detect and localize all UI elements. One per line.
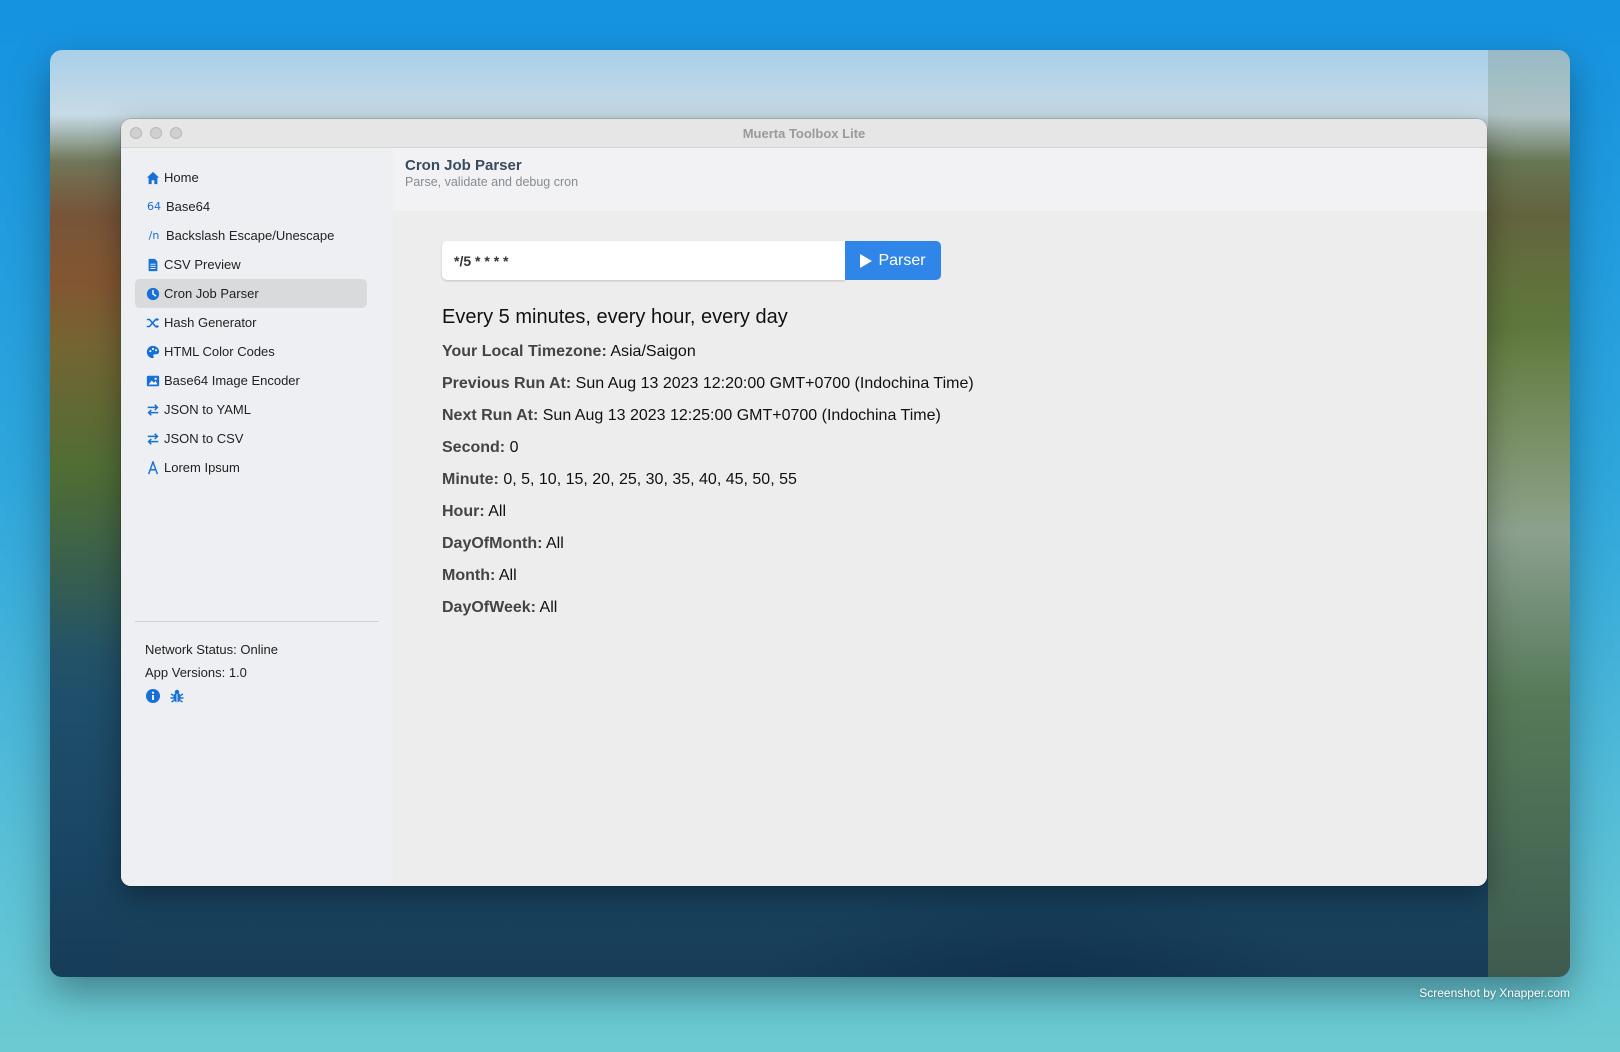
sidebar-item-label: JSON to YAML	[164, 402, 251, 417]
result-row-hour: Hour: All	[442, 496, 974, 528]
result-row-second: Second: 0	[442, 432, 974, 464]
sidebar-item-backslash-escape[interactable]: /n Backslash Escape/Unescape	[135, 221, 367, 250]
parser-button-label: Parser	[878, 251, 926, 269]
result-value: All	[546, 535, 564, 552]
result-key: DayOfWeek:	[442, 599, 536, 616]
sidebar-item-base64-image-encoder[interactable]: Base64 Image Encoder	[135, 366, 367, 395]
result-row-next-run: Next Run At: Sun Aug 13 2023 12:25:00 GM…	[442, 400, 974, 432]
result-key: Hour:	[442, 503, 485, 520]
result-key: Minute:	[442, 471, 499, 488]
swap-icon	[145, 402, 161, 418]
sidebar-nav: Home 64 Base64 /n Backslash Escape/Unesc…	[135, 163, 367, 482]
sidebar-item-label: HTML Color Codes	[164, 344, 275, 359]
base64-icon: 64	[147, 200, 161, 213]
play-icon	[860, 253, 873, 268]
file-icon	[145, 257, 161, 273]
network-status: Network Status: Online	[145, 642, 278, 657]
image-icon	[145, 373, 161, 389]
result-key: Month:	[442, 567, 496, 584]
page-subtitle: Parse, validate and debug cron	[405, 175, 579, 189]
sidebar-item-json-to-yaml[interactable]: JSON to YAML	[135, 395, 367, 424]
result-row-timezone: Your Local Timezone: Asia/Saigon	[442, 336, 974, 368]
result-value: All	[488, 503, 506, 520]
backslash-icon: /n	[148, 229, 160, 242]
shuffle-icon	[145, 315, 161, 331]
window-title: Muerta Toolbox Lite	[742, 126, 866, 141]
sidebar-item-json-to-csv[interactable]: JSON to CSV	[135, 424, 367, 453]
font-icon	[145, 460, 161, 476]
sidebar-item-label: Backslash Escape/Unescape	[166, 228, 335, 243]
result-value: Sun Aug 13 2023 12:20:00 GMT+0700 (Indoc…	[575, 375, 974, 392]
app-status: Network Status: Online App Versions: 1.0	[145, 638, 278, 684]
result-key: Second:	[442, 439, 506, 456]
sidebar-item-home[interactable]: Home	[135, 163, 367, 192]
app-version: App Versions: 1.0	[145, 665, 247, 680]
result-value: All	[539, 599, 558, 616]
result-row-previous-run: Previous Run At: Sun Aug 13 2023 12:20:0…	[442, 368, 974, 400]
sidebar-item-html-color-codes[interactable]: HTML Color Codes	[135, 337, 367, 366]
sidebar-item-label: Base64	[166, 199, 211, 214]
cron-form: Parser	[442, 241, 941, 280]
palette-icon	[145, 344, 161, 360]
cron-summary: Every 5 minutes, every hour, every day	[442, 306, 788, 328]
sidebar-item-label: CSV Preview	[164, 257, 241, 272]
sidebar-item-csv-preview[interactable]: CSV Preview	[135, 250, 367, 279]
parse-result: Every 5 minutes, every hour, every day Y…	[442, 306, 974, 624]
result-key: Your Local Timezone:	[442, 343, 607, 360]
sidebar: Home 64 Base64 /n Backslash Escape/Unesc…	[121, 148, 393, 886]
result-key: Previous Run At:	[442, 375, 572, 392]
result-row-day-of-month: DayOfMonth: All	[442, 528, 974, 560]
clock-icon	[145, 286, 161, 302]
page-title: Cron Job Parser	[405, 157, 522, 174]
sidebar-item-hash-generator[interactable]: Hash Generator	[135, 308, 367, 337]
result-key: DayOfMonth:	[442, 535, 543, 552]
result-value: Asia/Saigon	[610, 343, 696, 360]
result-value: 0, 5, 10, 15, 20, 25, 30, 35, 40, 45, 50…	[503, 471, 797, 488]
parser-button[interactable]: Parser	[845, 241, 941, 280]
sidebar-item-label: Cron Job Parser	[164, 286, 259, 301]
app-window: Muerta Toolbox Lite Home 64 Base64 /n Ba…	[121, 119, 1487, 886]
sidebar-item-label: JSON to CSV	[164, 431, 244, 446]
result-row-month: Month: All	[442, 560, 974, 592]
sidebar-item-label: Lorem Ipsum	[164, 460, 240, 475]
title-bar: Muerta Toolbox Lite	[121, 119, 1487, 148]
result-value: All	[498, 567, 517, 584]
result-key: Next Run At:	[442, 407, 539, 424]
screenshot-credit: Screenshot by Xnapper.com	[1419, 986, 1570, 1000]
info-icon[interactable]	[145, 688, 161, 704]
main-content: Cron Job Parser Parse, validate and debu…	[393, 148, 1487, 886]
sidebar-item-label: Home	[164, 170, 199, 185]
sidebar-item-cron-job-parser[interactable]: Cron Job Parser	[135, 279, 367, 308]
sidebar-item-base64[interactable]: 64 Base64	[135, 192, 367, 221]
page-header: Cron Job Parser Parse, validate and debu…	[393, 148, 1487, 211]
swap-icon	[145, 431, 161, 447]
result-row-minute: Minute: 0, 5, 10, 15, 20, 25, 30, 35, 40…	[442, 464, 974, 496]
home-icon	[145, 170, 161, 186]
result-value: Sun Aug 13 2023 12:25:00 GMT+0700 (Indoc…	[542, 407, 941, 424]
footer-icons	[145, 688, 185, 704]
sidebar-divider	[135, 621, 379, 622]
cron-expression-input[interactable]	[442, 241, 845, 280]
result-row-day-of-week: DayOfWeek: All	[442, 592, 974, 624]
bug-icon[interactable]	[169, 688, 185, 704]
sidebar-item-label: Hash Generator	[164, 315, 257, 330]
result-value: 0	[509, 439, 519, 456]
sidebar-item-label: Base64 Image Encoder	[164, 373, 300, 388]
sidebar-item-lorem-ipsum[interactable]: Lorem Ipsum	[135, 453, 367, 482]
